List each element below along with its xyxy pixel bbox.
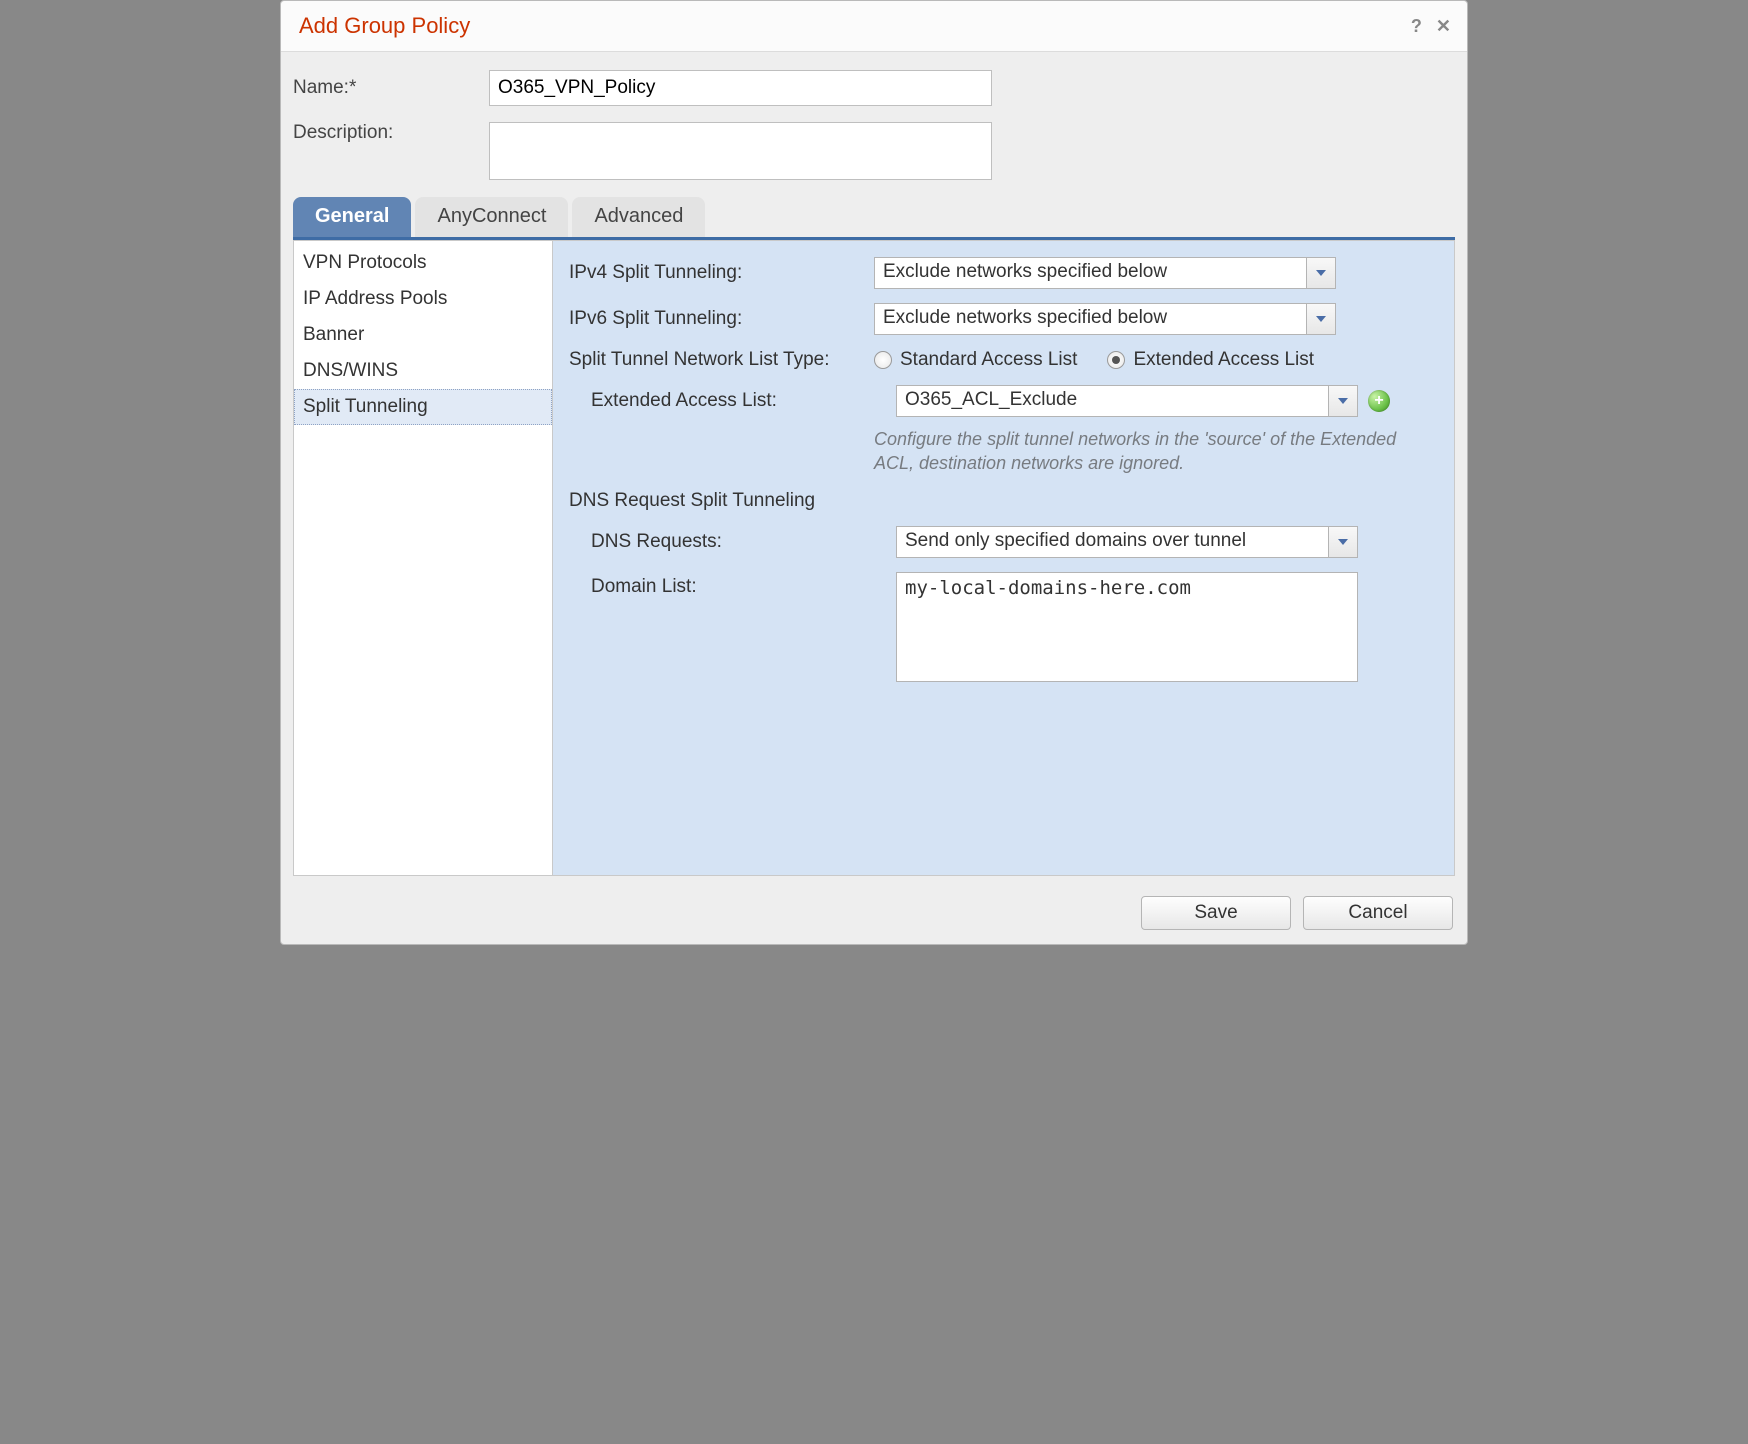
- extended-access-list-select[interactable]: O365_ACL_Exclude: [896, 385, 1358, 417]
- save-button[interactable]: Save: [1141, 896, 1291, 930]
- ipv4-select-value: Exclude networks specified below: [875, 258, 1306, 288]
- ipv6-select-value: Exclude networks specified below: [875, 304, 1306, 334]
- domain-list-input[interactable]: [896, 572, 1358, 682]
- description-input[interactable]: [489, 122, 992, 180]
- description-label: Description:: [293, 122, 473, 144]
- tab-advanced[interactable]: Advanced: [572, 197, 705, 237]
- radio-standard-label: Standard Access List: [900, 349, 1077, 371]
- help-icon[interactable]: ?: [1411, 17, 1422, 35]
- ipv6-label: IPv6 Split Tunneling:: [569, 308, 874, 330]
- sidebar-item-dns-wins[interactable]: DNS/WINS: [294, 353, 552, 389]
- add-group-policy-dialog: Add Group Policy ? ✕ Name:* Description:…: [280, 0, 1468, 945]
- radio-icon: [874, 351, 892, 369]
- sidebar-item-ip-address-pools[interactable]: IP Address Pools: [294, 281, 552, 317]
- tab-general[interactable]: General: [293, 197, 411, 237]
- add-acl-button[interactable]: +: [1368, 390, 1390, 412]
- radio-standard-access-list[interactable]: Standard Access List: [874, 349, 1077, 371]
- dialog-title: Add Group Policy: [299, 13, 470, 39]
- ipv4-label: IPv4 Split Tunneling:: [569, 262, 874, 284]
- radio-extended-label: Extended Access List: [1133, 349, 1314, 371]
- sidebar-item-vpn-protocols[interactable]: VPN Protocols: [294, 245, 552, 281]
- dialog-titlebar: Add Group Policy ? ✕: [281, 1, 1467, 52]
- sidebar: VPN Protocols IP Address Pools Banner DN…: [294, 241, 553, 875]
- chevron-down-icon[interactable]: [1328, 386, 1357, 416]
- content-pane: IPv4 Split Tunneling: Exclude networks s…: [553, 241, 1454, 875]
- ipv4-split-tunneling-select[interactable]: Exclude networks specified below: [874, 257, 1336, 289]
- dns-requests-value: Send only specified domains over tunnel: [897, 527, 1328, 557]
- domain-list-label: Domain List:: [569, 572, 896, 598]
- ext-acl-label: Extended Access List:: [569, 390, 896, 412]
- cancel-button[interactable]: Cancel: [1303, 896, 1453, 930]
- dns-section-header: DNS Request Split Tunneling: [569, 490, 1438, 512]
- panel: VPN Protocols IP Address Pools Banner DN…: [293, 240, 1455, 876]
- ipv6-split-tunneling-select[interactable]: Exclude networks specified below: [874, 303, 1336, 335]
- ext-acl-hint: Configure the split tunnel networks in t…: [874, 427, 1438, 476]
- name-label: Name:*: [293, 77, 473, 99]
- chevron-down-icon[interactable]: [1306, 304, 1335, 334]
- radio-extended-access-list[interactable]: Extended Access List: [1107, 349, 1314, 371]
- close-icon[interactable]: ✕: [1436, 17, 1451, 35]
- radio-icon: [1107, 351, 1125, 369]
- tabstrip: General AnyConnect Advanced: [293, 197, 1455, 237]
- plus-icon: +: [1374, 393, 1383, 409]
- dns-requests-label: DNS Requests:: [569, 531, 896, 553]
- chevron-down-icon[interactable]: [1306, 258, 1335, 288]
- sidebar-item-banner[interactable]: Banner: [294, 317, 552, 353]
- ext-acl-value: O365_ACL_Exclude: [897, 386, 1328, 416]
- sidebar-item-split-tunneling[interactable]: Split Tunneling: [294, 389, 552, 425]
- tab-anyconnect[interactable]: AnyConnect: [415, 197, 568, 237]
- name-input[interactable]: [489, 70, 992, 106]
- list-type-label: Split Tunnel Network List Type:: [569, 349, 874, 371]
- dns-requests-select[interactable]: Send only specified domains over tunnel: [896, 526, 1358, 558]
- chevron-down-icon[interactable]: [1328, 527, 1357, 557]
